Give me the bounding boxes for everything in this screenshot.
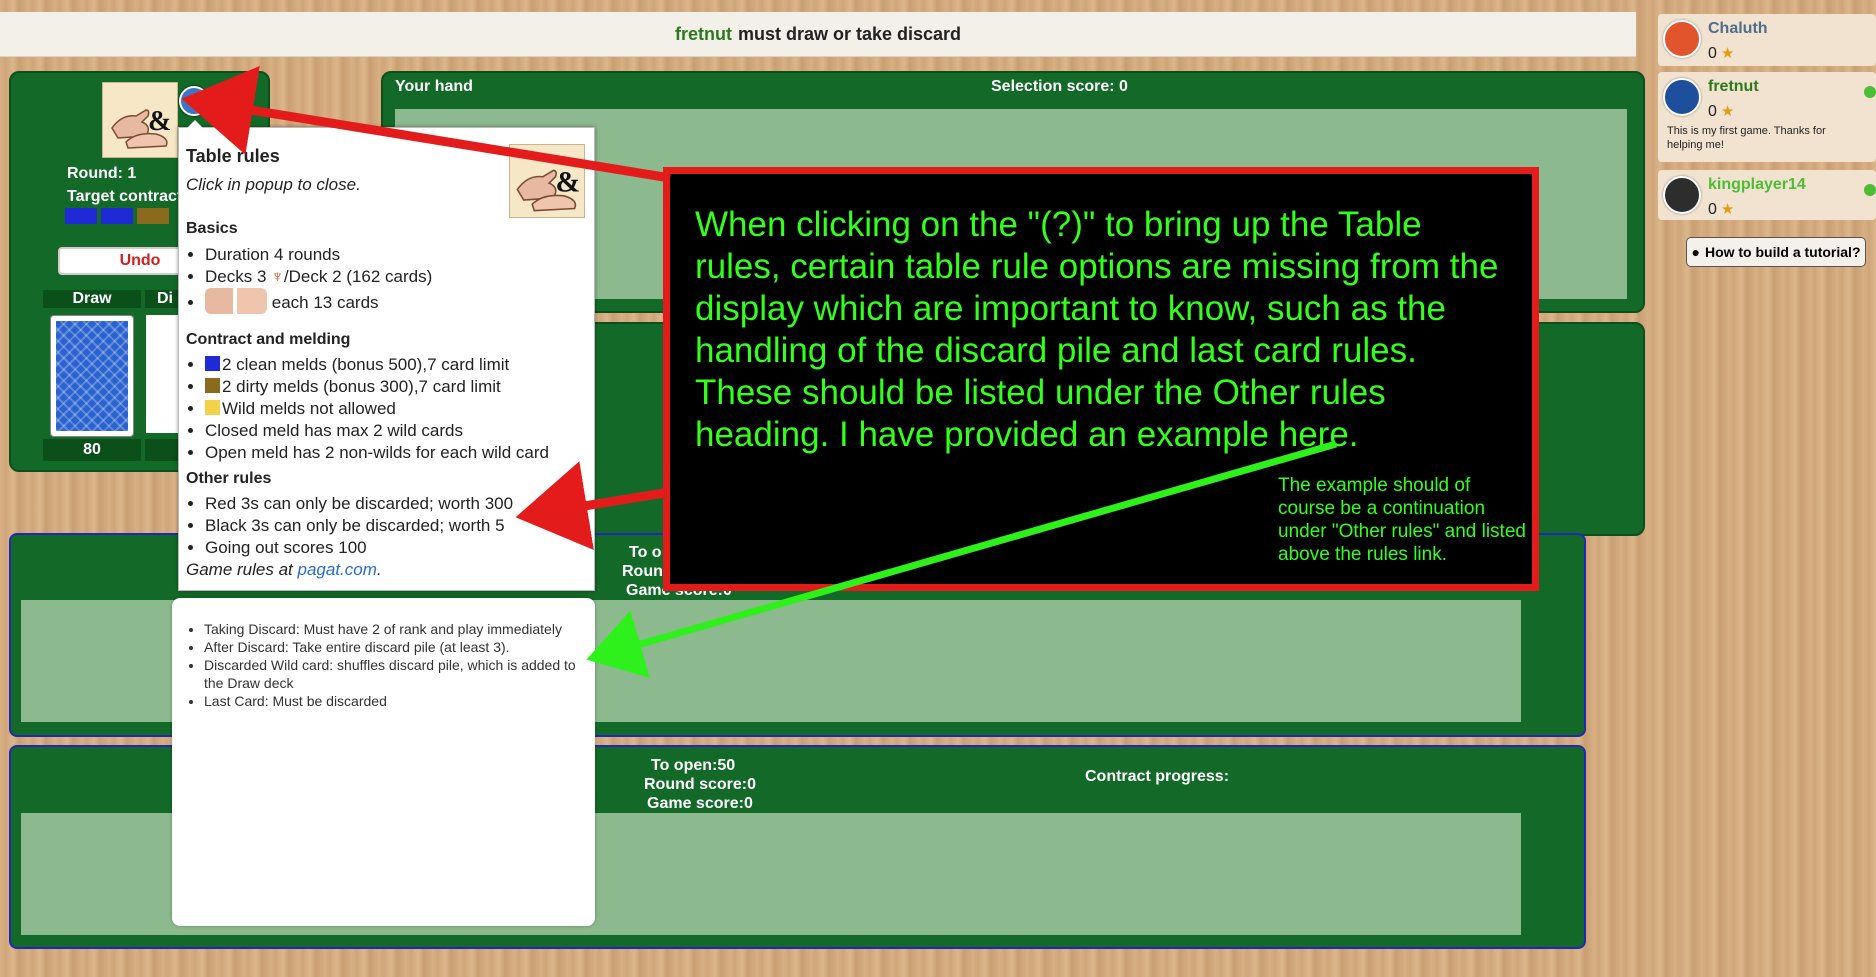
annotation-arrows (181, 65, 1337, 678)
arrow-to-other-rules (515, 461, 665, 551)
arrow-to-example (586, 440, 1337, 678)
arrow-to-help-icon (181, 65, 671, 183)
